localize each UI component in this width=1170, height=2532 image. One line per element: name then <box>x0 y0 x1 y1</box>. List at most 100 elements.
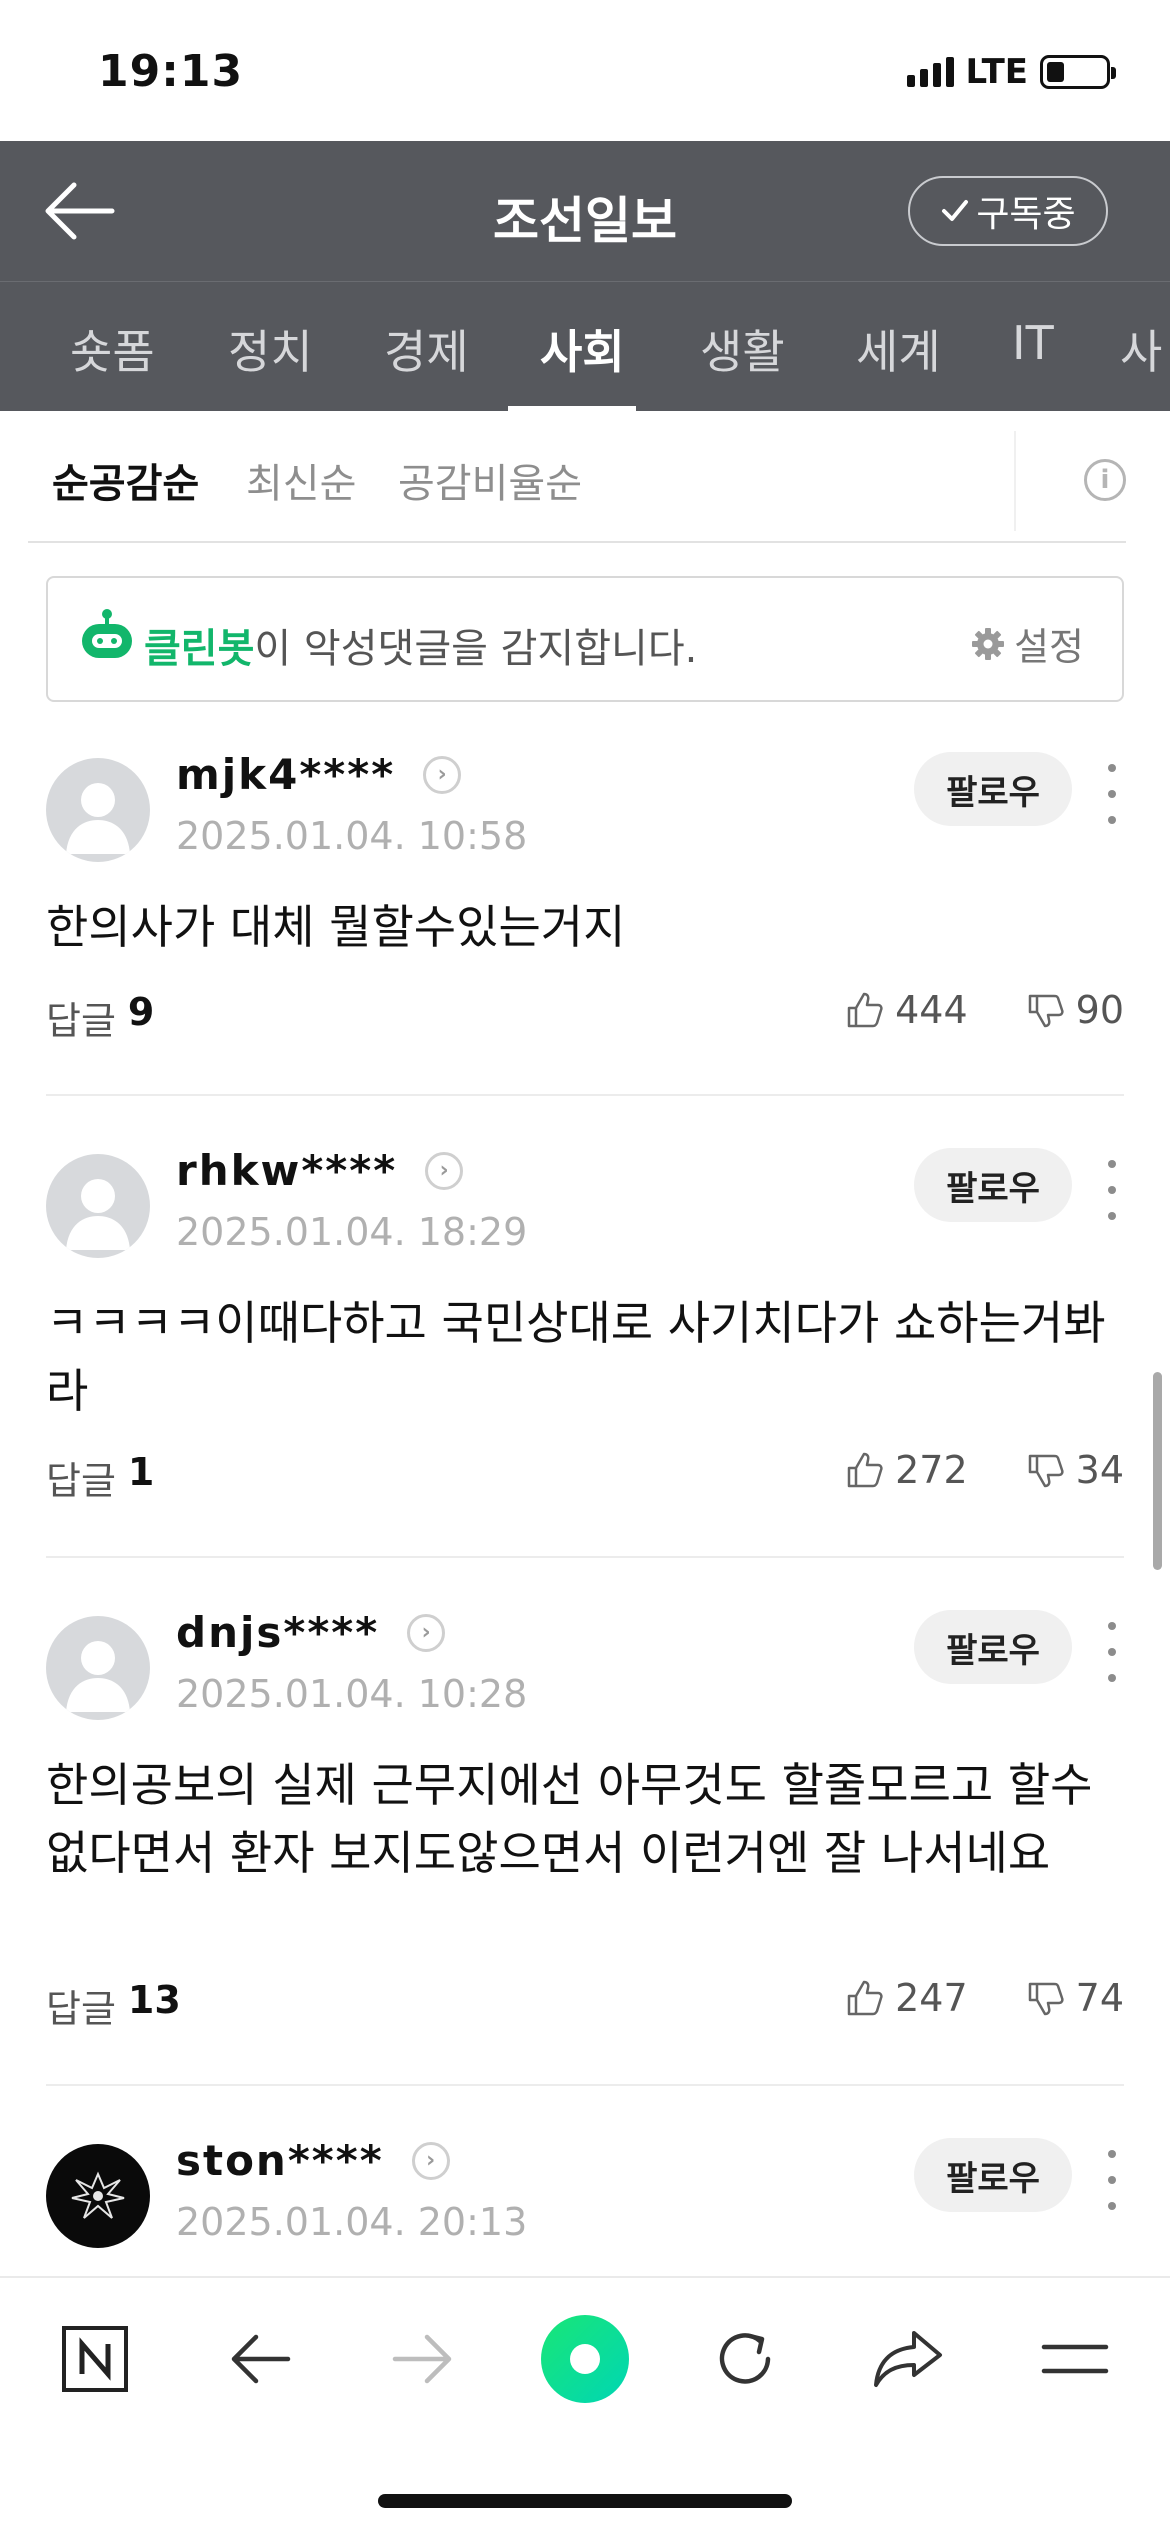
battery-level <box>1047 62 1064 82</box>
cleanbot-message: 클린봇이 악성댓글을 감지합니다. <box>144 616 697 674</box>
dislike-button[interactable]: 74 <box>1026 1976 1124 2020</box>
comment-text: 한의사가 대체 뭘할수있는거지 <box>46 900 626 954</box>
comment-item: rhkw**** › 2025.01.04. 18:29 팔로우 ㅋㅋㅋㅋ이때다… <box>46 1146 1124 1514</box>
more-options-icon[interactable] <box>1100 764 1124 824</box>
subscribe-label: 구독중 <box>976 194 1076 235</box>
comment-divider <box>46 1094 1124 1096</box>
follow-button[interactable]: 팔로우 <box>914 752 1072 826</box>
tab-society[interactable]: 사회 <box>540 316 625 382</box>
avatar[interactable] <box>46 1154 150 1258</box>
default-avatar-icon <box>66 1641 130 1712</box>
tab-economy[interactable]: 경제 <box>384 316 469 382</box>
comment-item: dnjs**** › 2025.01.04. 10:28 팔로우 한의공보의 실… <box>46 1608 1124 2036</box>
info-icon[interactable]: i <box>1084 459 1126 501</box>
reply-label: 답글 <box>46 1987 116 2031</box>
username-row: dnjs**** › <box>176 1608 446 1657</box>
tab-politics[interactable]: 정치 <box>228 316 313 382</box>
reply-button[interactable]: 답글 13 <box>46 1978 181 2033</box>
settings-label: 설정 <box>1014 625 1084 669</box>
subscribe-button[interactable]: 구독중 <box>908 176 1108 246</box>
like-button[interactable]: 444 <box>845 988 968 1032</box>
like-count: 247 <box>895 1976 968 2020</box>
username-row: mjk4**** › <box>176 750 462 799</box>
dislike-count: 90 <box>1075 988 1124 1032</box>
signal-icon <box>906 57 954 87</box>
thumbs-up-icon <box>847 992 883 1028</box>
username[interactable]: dnjs**** <box>176 1608 379 1657</box>
like-button[interactable]: 247 <box>845 1976 968 2020</box>
chevron-right-icon[interactable]: › <box>411 2141 450 2180</box>
reply-button[interactable]: 답글 9 <box>46 990 154 1045</box>
home-indicator <box>378 2494 792 2508</box>
avatar[interactable] <box>46 758 150 862</box>
comment-date: 2025.01.04. 10:58 <box>176 814 528 858</box>
cleanbot-settings-button[interactable]: 설정 <box>970 616 1084 671</box>
dislike-button[interactable]: 90 <box>1026 988 1124 1032</box>
forward-arrow-icon <box>392 2334 452 2384</box>
follow-button[interactable]: 팔로우 <box>914 1610 1072 1684</box>
scrollbar[interactable] <box>1153 1372 1162 1570</box>
cleanbot-text: 이 악성댓글을 감지합니다. <box>254 626 698 672</box>
naver-home-button[interactable] <box>50 2314 140 2404</box>
avatar[interactable] <box>46 1616 150 1720</box>
cleanbot-banner: 클린봇이 악성댓글을 감지합니다. 설정 <box>46 576 1124 702</box>
reply-count: 1 <box>127 1450 155 1494</box>
sort-bar: 순공감순 최신순 공감비율순 i <box>28 411 1126 543</box>
comment-date: 2025.01.04. 10:28 <box>176 1672 528 1716</box>
more-options-icon[interactable] <box>1100 1622 1124 1682</box>
status-bar: 19:13 LTE <box>0 0 1170 141</box>
back-nav-button[interactable] <box>215 2314 305 2404</box>
username[interactable]: mjk4**** <box>176 750 395 799</box>
chevron-right-icon[interactable]: › <box>423 755 462 794</box>
reactions: 272 34 <box>845 1448 1124 1492</box>
sort-popular[interactable]: 순공감순 <box>52 451 199 509</box>
green-dot-icon <box>541 2315 629 2403</box>
forward-nav-button[interactable] <box>378 2314 468 2404</box>
back-arrow-icon <box>231 2334 291 2384</box>
thumbs-down-icon <box>1028 994 1064 1028</box>
reactions: 444 90 <box>845 988 1124 1032</box>
dislike-count: 74 <box>1075 1976 1124 2020</box>
reply-count: 13 <box>127 1978 181 2022</box>
tab-it[interactable]: IT <box>1012 316 1054 370</box>
reply-button[interactable]: 답글 1 <box>46 1450 154 1505</box>
menu-button[interactable] <box>1030 2314 1120 2404</box>
follow-button[interactable]: 팔로우 <box>914 2138 1072 2212</box>
network-label: LTE <box>965 52 1028 92</box>
username[interactable]: ston**** <box>176 2136 384 2185</box>
status-time: 19:13 <box>98 46 244 97</box>
username[interactable]: rhkw**** <box>176 1146 397 1195</box>
chevron-right-icon[interactable]: › <box>407 1613 446 1652</box>
avatar[interactable] <box>46 2144 150 2248</box>
chevron-right-icon[interactable]: › <box>425 1151 464 1190</box>
comment-text: ㅋㅋㅋㅋ이때다하고 국민상대로 사기치다가 쇼하는거봐라 <box>46 1296 1106 1418</box>
username-row: rhkw**** › <box>176 1146 464 1195</box>
comment-date: 2025.01.04. 20:13 <box>176 2200 528 2244</box>
bird-emblem-icon <box>71 2171 125 2219</box>
tab-shortform[interactable]: 숏폼 <box>70 316 155 382</box>
comment-divider <box>46 2084 1124 2086</box>
gear-icon <box>972 627 1005 660</box>
like-count: 272 <box>895 1448 968 1492</box>
refresh-button[interactable] <box>700 2314 790 2404</box>
dislike-count: 34 <box>1075 1448 1124 1492</box>
tab-more[interactable]: 사 <box>1120 316 1162 382</box>
tab-world[interactable]: 세계 <box>856 316 941 382</box>
like-button[interactable]: 272 <box>845 1448 968 1492</box>
reply-label: 답글 <box>46 999 116 1043</box>
thumbs-up-icon <box>847 1452 883 1488</box>
more-options-icon[interactable] <box>1100 2150 1124 2210</box>
more-options-icon[interactable] <box>1100 1160 1124 1220</box>
green-dot-button[interactable] <box>540 2314 630 2404</box>
reactions: 247 74 <box>845 1976 1124 2020</box>
sort-ratio[interactable]: 공감비율순 <box>398 451 582 509</box>
thumbs-down-icon <box>1028 1454 1064 1488</box>
cleanbot-brand: 클린봇 <box>144 626 255 672</box>
follow-button[interactable]: 팔로우 <box>914 1148 1072 1222</box>
dislike-button[interactable]: 34 <box>1026 1448 1124 1492</box>
sort-latest[interactable]: 최신순 <box>246 451 356 509</box>
cleanbot-icon <box>82 609 132 658</box>
tab-life[interactable]: 생활 <box>700 316 785 382</box>
app-header: 조선일보 구독중 <box>0 141 1170 281</box>
share-button[interactable] <box>864 2314 954 2404</box>
